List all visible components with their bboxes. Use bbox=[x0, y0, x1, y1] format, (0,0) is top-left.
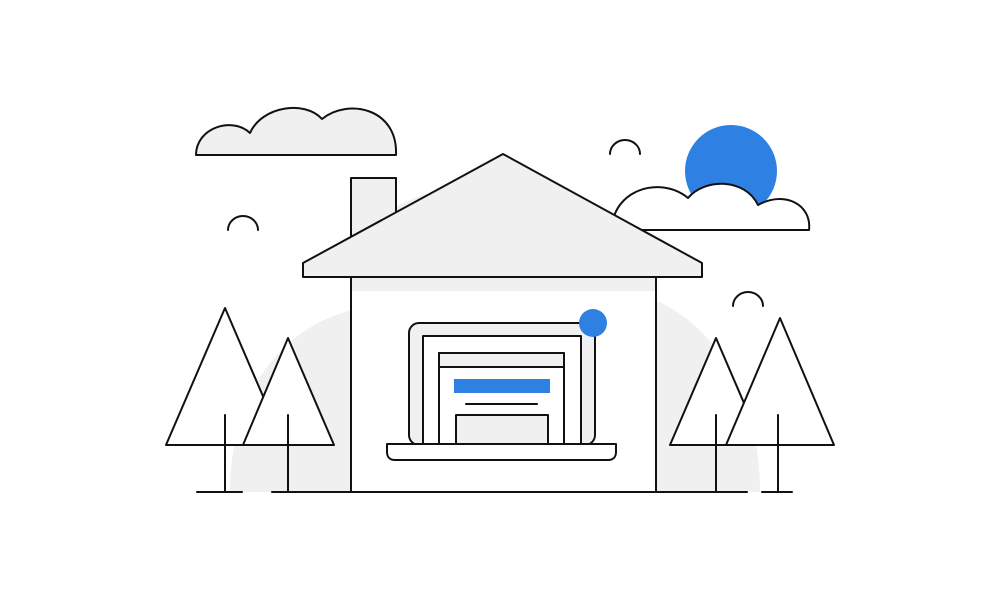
bird-icon bbox=[227, 215, 259, 231]
cloud-icon bbox=[195, 106, 398, 156]
laptop-icon bbox=[386, 322, 617, 461]
laptop-base bbox=[386, 443, 617, 461]
browser-highlight-bar bbox=[454, 379, 550, 393]
bird-icon bbox=[609, 139, 641, 155]
bird-icon bbox=[732, 291, 764, 307]
house-illustration bbox=[0, 0, 1000, 600]
house-eave-shadow bbox=[352, 278, 655, 291]
tree-icon bbox=[725, 317, 835, 446]
browser-button bbox=[455, 414, 549, 446]
notification-dot-icon bbox=[579, 309, 607, 337]
illustration-svg bbox=[165, 106, 835, 493]
browser-toolbar bbox=[438, 352, 565, 368]
cloud-icon bbox=[611, 182, 811, 231]
